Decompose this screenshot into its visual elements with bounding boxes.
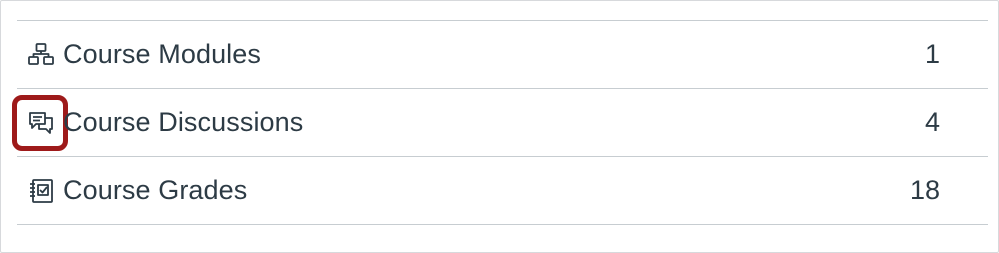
list-item-count: 4 — [924, 107, 940, 137]
list-item-count: 18 — [909, 175, 940, 205]
modules-icon — [25, 39, 57, 71]
list-item-label: Course Modules — [63, 39, 261, 69]
discussions-icon — [25, 107, 57, 139]
list-item-discussions[interactable]: Course Discussions 4 — [12, 89, 988, 156]
list-item-label: Course Discussions — [63, 107, 304, 137]
list-item-modules[interactable]: Course Modules 1 — [17, 21, 988, 88]
summary-panel: Course Modules 1 Course Discussions 4 Co… — [0, 0, 999, 253]
divider — [17, 224, 988, 225]
list-item-grades[interactable]: Course Grades 18 — [17, 157, 988, 224]
grades-icon — [25, 175, 57, 207]
list-item-label: Course Grades — [63, 175, 248, 205]
course-summary-list: Course Modules 1 Course Discussions 4 Co… — [12, 20, 988, 225]
list-item-count: 1 — [924, 39, 940, 69]
